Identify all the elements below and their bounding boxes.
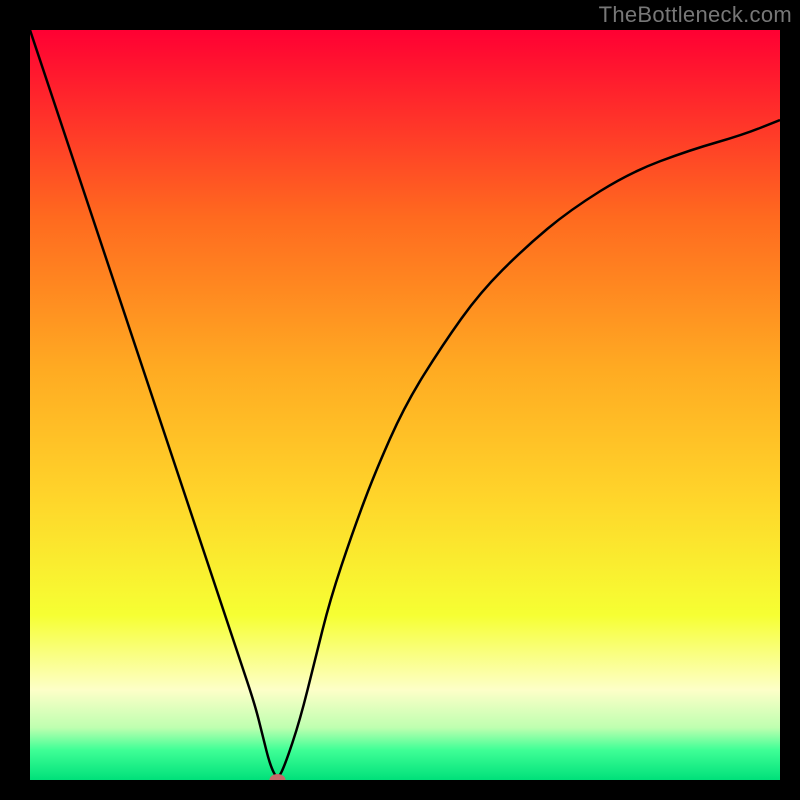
plot-area: [30, 30, 780, 780]
chart-svg: [30, 30, 780, 780]
gradient-background: [30, 30, 780, 780]
chart-stage: TheBottleneck.com: [0, 0, 800, 800]
watermark-text: TheBottleneck.com: [599, 2, 792, 28]
